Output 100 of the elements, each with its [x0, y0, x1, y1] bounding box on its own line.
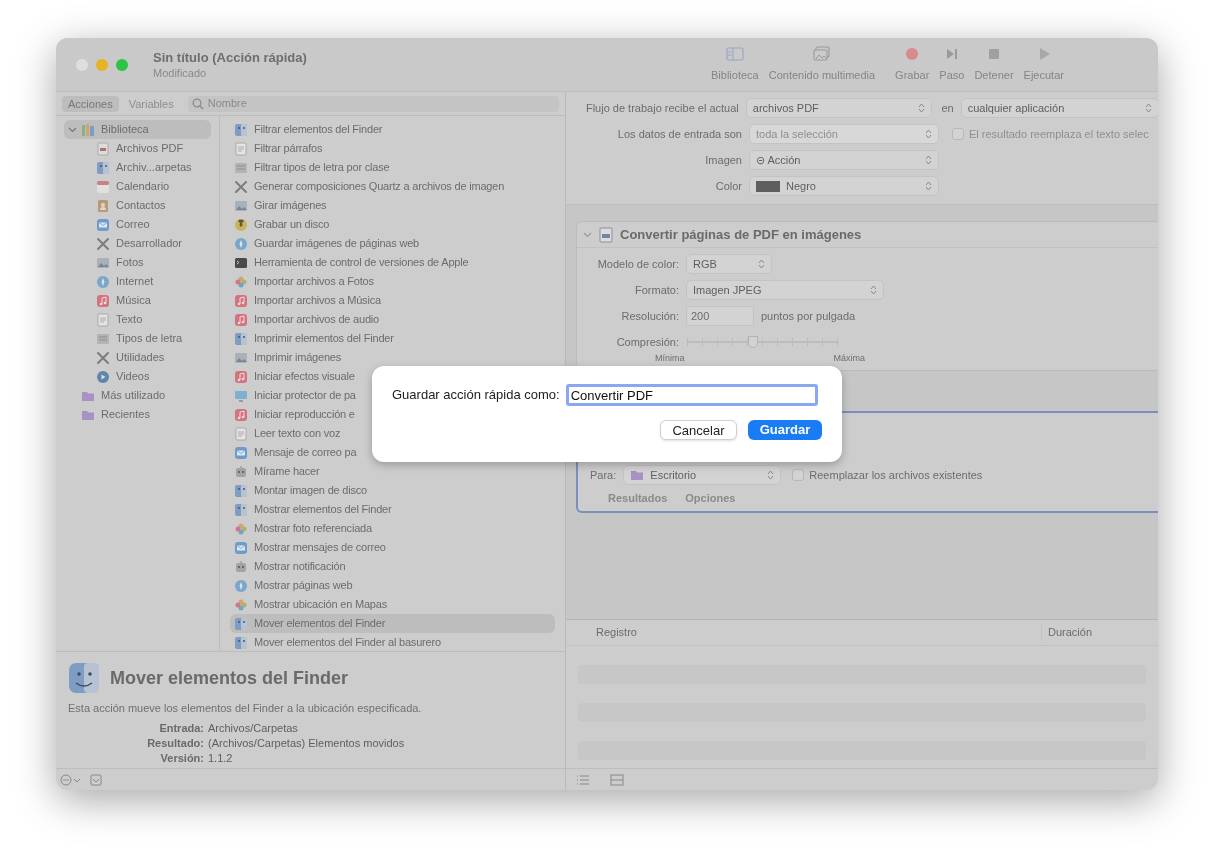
field-label: Entrada: [158, 720, 204, 736]
action-item[interactable]: Filtrar elementos del Finder [230, 120, 555, 139]
action-item[interactable]: Importar archivos a Música [230, 291, 555, 310]
play-disc-icon [96, 369, 110, 384]
sidebar-item[interactable]: Archivos PDF [64, 139, 211, 158]
action-item[interactable]: Mostrar ubicación en Mapas [230, 595, 555, 614]
sidebar-item[interactable]: Recientes [64, 405, 211, 424]
envelope-icon [234, 445, 248, 460]
action-item[interactable]: Mírame hacer [230, 462, 555, 481]
tab[interactable]: Acciones [62, 95, 119, 112]
action-item[interactable]: Mostrar elementos del Finder [230, 500, 555, 519]
action-item[interactable]: Mover elementos del Finder [230, 614, 555, 633]
action-item[interactable]: Leer texto con voz [230, 424, 555, 443]
window-minimize-button[interactable] [96, 58, 108, 71]
action-item[interactable]: Montar imagen de disco [230, 481, 555, 500]
action-item[interactable]: Mostrar mensajes de correo [230, 538, 555, 557]
action-item[interactable]: Girar imágenes [230, 196, 555, 215]
crossed-tools-icon [234, 179, 248, 194]
number-field[interactable]: 200 [687, 307, 753, 325]
photos-icon [811, 45, 832, 64]
tab[interactable]: Variables [122, 95, 180, 112]
stepper-arrows-icon [925, 129, 932, 139]
music-note-icon [234, 407, 248, 422]
action-item[interactable]: Herramienta de control de versiones de Apple [230, 253, 555, 272]
popup-button[interactable]: Negro [750, 177, 938, 195]
popup-button[interactable]: RGB [687, 255, 771, 273]
sidebar-item[interactable]: Música [64, 291, 211, 310]
sidebar-item[interactable]: Desarrollador [64, 234, 211, 253]
input-field[interactable]: Convertir PDF [565, 384, 818, 406]
sidebar-item[interactable]: Contactos [64, 196, 211, 215]
action-item[interactable]: Imprimir elementos del Finder [230, 329, 555, 348]
action-item[interactable]: Iniciar reproducción e [230, 405, 555, 424]
column-header: Duración [1047, 625, 1093, 641]
envelope-icon [96, 217, 110, 232]
popup-button[interactable]: archivos PDF [746, 99, 932, 117]
document-icon [234, 141, 248, 156]
window-zoom-button[interactable] [116, 58, 128, 71]
action-item[interactable]: Imprimir imágenes [230, 348, 555, 367]
finder-face-icon [234, 483, 248, 498]
save-button[interactable]: Guardar [748, 420, 822, 440]
sidebar-item[interactable]: Más utilizado [64, 386, 211, 405]
toolbar-button[interactable]: Grabar [893, 45, 932, 84]
action-item[interactable]: Generar composiciones Quartz a archivos de imagen [230, 177, 555, 196]
tab[interactable]: Opciones [685, 490, 736, 507]
window-title: Sin título (Acción rápida) [153, 49, 308, 66]
toolbar-button[interactable]: Biblioteca [709, 45, 761, 84]
books-icon [81, 122, 95, 137]
sidebar-item[interactable]: Fotos [64, 253, 211, 272]
sidebar-item[interactable]: Texto [64, 310, 211, 329]
popup-button[interactable]: ⊝ Acción [750, 151, 938, 169]
tab[interactable]: Resultados [608, 490, 668, 507]
cancel-button[interactable]: Cancelar [660, 420, 737, 440]
toolbar-button[interactable]: Ejecutar [1021, 45, 1066, 84]
sidebar-item[interactable]: Internet [64, 272, 211, 291]
field-label: Formato: [634, 282, 679, 298]
action-item[interactable]: Mensaje de correo pa [230, 443, 555, 462]
action-menu-icon [60, 773, 82, 786]
action-item[interactable]: Guardar imágenes de páginas web [230, 234, 555, 253]
slider-max-label: Máxima [833, 352, 865, 365]
unit-label: puntos por pulgada [761, 308, 856, 324]
stepper-arrows-icon [758, 259, 765, 269]
stepper-arrows-icon [925, 155, 932, 165]
checkbox[interactable] [792, 469, 805, 481]
action-item[interactable]: Filtrar párrafos [230, 139, 555, 158]
sidebar-item[interactable]: Utilidades [64, 348, 211, 367]
slider[interactable] [687, 335, 839, 349]
action-item[interactable]: Mostrar foto referenciada [230, 519, 555, 538]
action-item[interactable]: Mostrar páginas web [230, 576, 555, 595]
sidebar-item[interactable]: Tipos de letra [64, 329, 211, 348]
document-icon [598, 226, 614, 243]
sidebar-item[interactable]: Biblioteca [64, 120, 211, 139]
toolbar-button[interactable]: Paso [937, 45, 967, 84]
action-item[interactable]: Iniciar efectos visuale [230, 367, 555, 386]
flower-icon [234, 274, 248, 289]
card-title: Convertir páginas de PDF en imágenes [620, 225, 862, 244]
action-item[interactable]: Importar archivos de audio [230, 310, 555, 329]
photo-viewer-icon [96, 255, 110, 270]
popup-button[interactable]: Escritorio [624, 466, 781, 484]
sidebar-item[interactable]: Archiv...arpetas [64, 158, 211, 177]
field-value: 1.1.2 [208, 750, 234, 766]
sidebar-item[interactable]: Videos [64, 367, 211, 386]
action-item[interactable]: Mover elementos del Finder al basurero [230, 633, 555, 651]
music-note-icon [234, 369, 248, 384]
document-icon [96, 312, 110, 327]
action-item[interactable]: Grabar un disco [230, 215, 555, 234]
compass-icon [234, 578, 248, 593]
slider-thumb[interactable] [748, 336, 759, 348]
field-label: Para: [590, 467, 617, 483]
column-header: Registro [566, 624, 1042, 641]
sidebar-item[interactable]: Correo [64, 215, 211, 234]
popup-button[interactable]: Imagen JPEG [687, 281, 883, 299]
toolbar-button[interactable]: Contenido multimedia [766, 45, 878, 84]
sidebar-item[interactable]: Calendario [64, 177, 211, 196]
envelope-icon [234, 540, 248, 555]
action-item[interactable]: Mostrar notificación [230, 557, 555, 576]
popup-button[interactable]: cualquier aplicación [961, 99, 1158, 117]
action-item[interactable]: Filtrar tipos de letra por clase [230, 158, 555, 177]
action-item[interactable]: Importar archivos a Fotos [230, 272, 555, 291]
field-label: Resolución: [620, 308, 679, 324]
toolbar-button[interactable]: Detener [972, 45, 1016, 84]
